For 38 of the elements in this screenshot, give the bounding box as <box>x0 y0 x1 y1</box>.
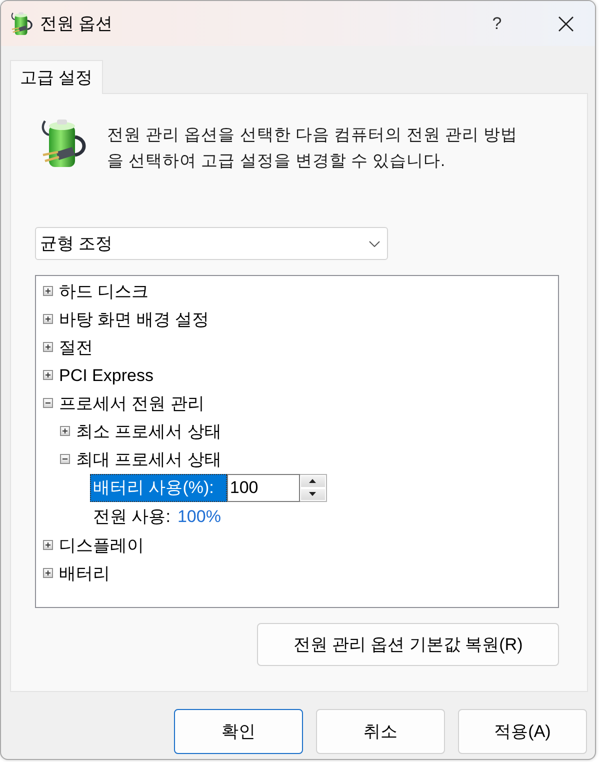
plus-box-icon[interactable] <box>43 568 53 578</box>
triangle-down-icon <box>309 492 316 496</box>
tree-item[interactable]: 최소 프로세서 상태 <box>76 422 222 440</box>
plus-box-icon[interactable] <box>43 286 53 296</box>
triangle-up-icon <box>309 479 316 483</box>
plus-box-icon[interactable] <box>60 426 70 436</box>
description-text: 전원 관리 옵션을 선택한 다음 컴퓨터의 전원 관리 방법을 선택하여 고급 설정을 변경할 수 있습니다. <box>107 125 519 172</box>
battery-plug-icon <box>10 12 34 36</box>
minus-box-icon[interactable] <box>60 454 70 464</box>
restore-defaults-button[interactable]: 전원 관리 옵션 기본값 복원(R) <box>257 623 559 666</box>
plus-box-icon[interactable] <box>43 314 53 324</box>
tree-item[interactable]: 바탕 화면 배경 설정 <box>59 310 210 328</box>
plan-dropdown[interactable]: 균형 조정 <box>35 227 388 260</box>
plus-box-icon[interactable] <box>43 370 53 380</box>
spin-up-button[interactable] <box>300 476 325 486</box>
close-icon <box>558 16 574 32</box>
tree-item[interactable]: 최대 프로세서 상태 <box>76 450 222 468</box>
tree-item[interactable]: 배터리 <box>59 564 110 582</box>
minus-box-icon[interactable] <box>43 398 53 408</box>
tree-item[interactable]: 프로세서 전원 관리 <box>59 394 204 412</box>
tree-item[interactable]: PCI Express <box>59 366 154 384</box>
value-field[interactable]: 100 <box>226 474 300 502</box>
setting-label[interactable]: 배터리 사용(%): <box>90 474 227 502</box>
tree-item[interactable]: 하드 디스크 <box>59 282 149 300</box>
setting-label[interactable]: 전원 사용: <box>90 502 178 530</box>
dialog-button[interactable]: 확인 <box>174 709 303 754</box>
setting-value-link[interactable]: 100% <box>177 504 221 530</box>
dialog-button[interactable]: 취소 <box>316 709 445 754</box>
spin-down-button[interactable] <box>300 488 325 500</box>
tab[interactable]: 고급 설정 <box>10 60 103 94</box>
tree-item[interactable]: 절전 <box>59 338 93 356</box>
dialog-button[interactable]: 적용(A) <box>458 709 587 754</box>
plus-box-icon[interactable] <box>43 540 53 550</box>
plus-box-icon[interactable] <box>43 342 53 352</box>
chevron-down-icon <box>369 240 380 246</box>
help-button[interactable]: ? <box>473 4 521 44</box>
window-title: 전원 옵션 <box>40 12 113 35</box>
tree-item[interactable]: 디스플레이 <box>59 536 144 554</box>
